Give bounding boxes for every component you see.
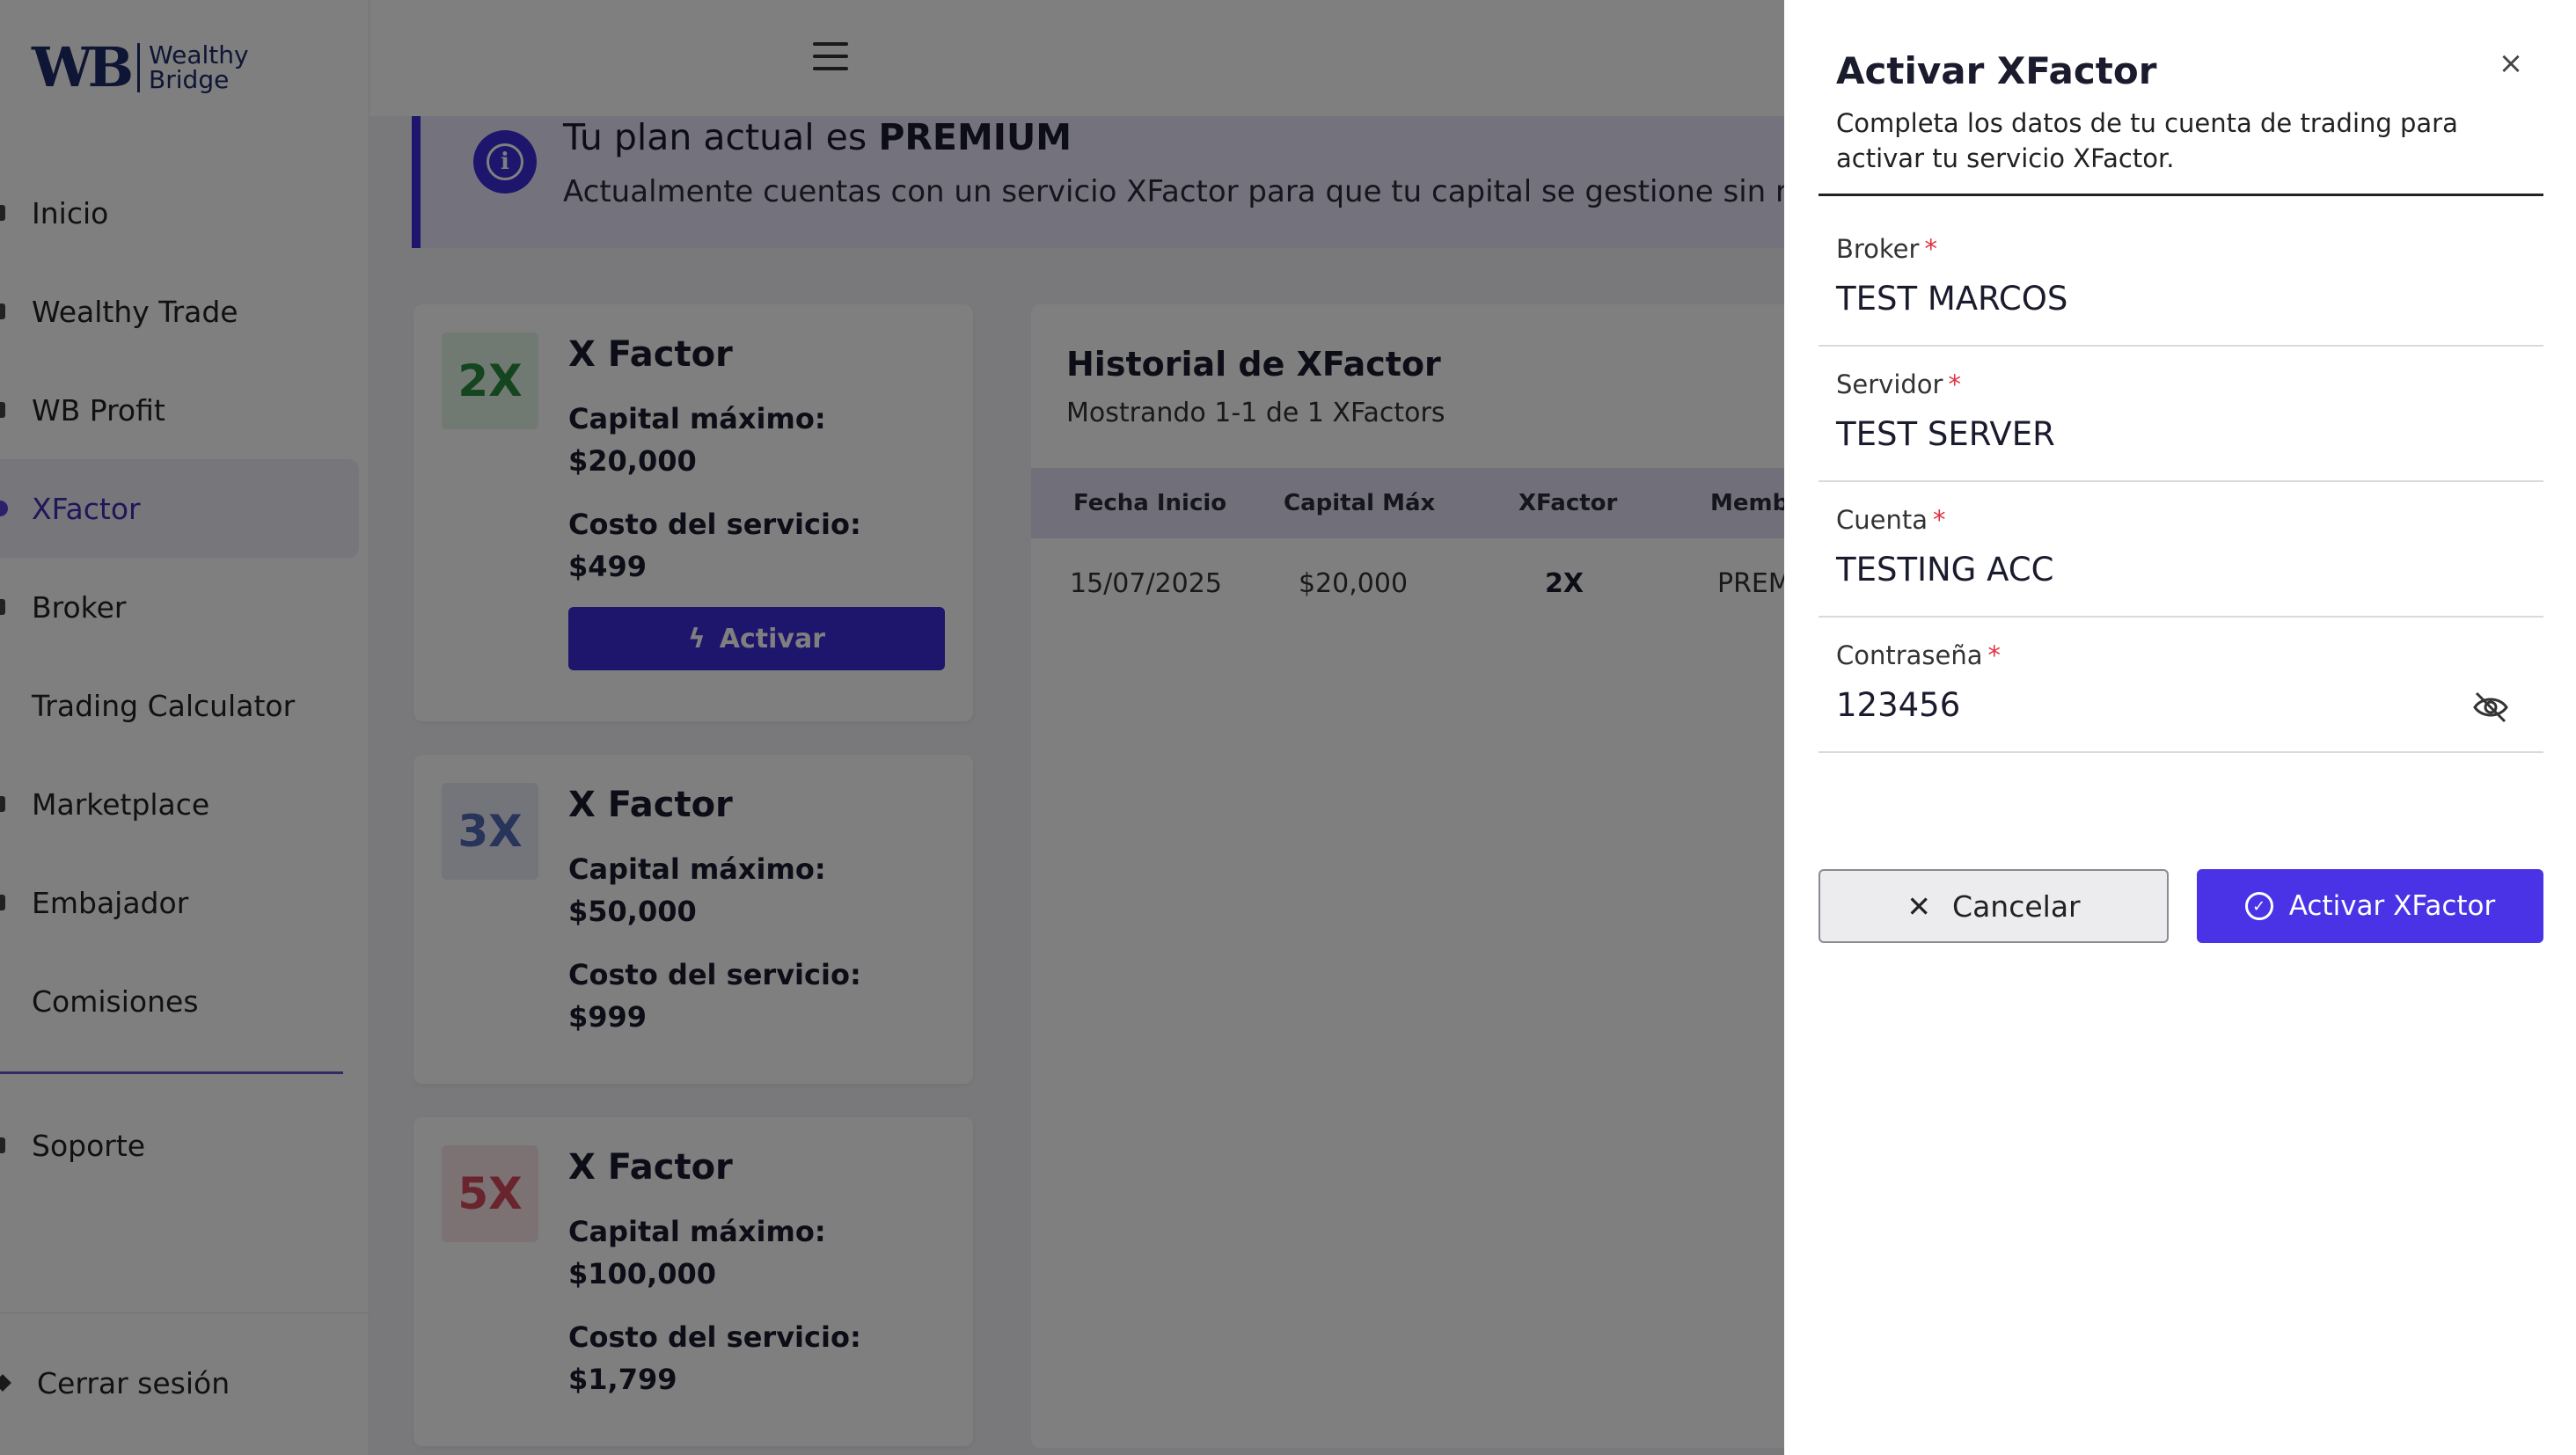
required-mark: * <box>1924 234 1937 264</box>
field-label-text: Cuenta <box>1836 505 1928 535</box>
password-input[interactable]: 123456 <box>1836 686 1960 724</box>
account-field-label: Cuenta * <box>1836 505 1946 535</box>
activate-xfactor-button-label: Activar XFactor <box>2288 890 2496 922</box>
broker-input[interactable]: TEST MARCOS <box>1836 280 2067 318</box>
modal-backdrop[interactable] <box>0 0 1784 1455</box>
server-field-label: Servidor * <box>1836 369 1961 399</box>
cancel-button[interactable]: ✕ Cancelar <box>1819 869 2169 943</box>
close-icon: ✕ <box>1906 888 1932 924</box>
activate-xfactor-button[interactable]: ✓ Activar XFactor <box>2197 869 2543 943</box>
required-mark: * <box>1987 640 2002 670</box>
server-field[interactable]: Servidor * TEST SERVER <box>1819 369 2543 482</box>
check-circle-icon: ✓ <box>2244 892 2273 920</box>
server-input[interactable]: TEST SERVER <box>1836 415 2055 453</box>
broker-field[interactable]: Broker * TEST MARCOS <box>1819 234 2543 347</box>
password-field-label: Contraseña * <box>1836 640 2001 670</box>
drawer-header-divider <box>1819 194 2543 196</box>
field-label-text: Broker <box>1836 234 1920 264</box>
drawer-description: Completa los datos de tu cuenta de tradi… <box>1836 108 2458 173</box>
account-input[interactable]: TESTING ACC <box>1836 551 2053 589</box>
password-field[interactable]: Contraseña * 123456 <box>1819 640 2543 753</box>
eye-off-icon[interactable] <box>2471 690 2510 725</box>
close-icon[interactable]: × <box>2495 46 2527 81</box>
required-mark: * <box>1948 369 1961 399</box>
cancel-button-label: Cancelar <box>1952 888 2081 924</box>
broker-field-label: Broker * <box>1836 234 1937 264</box>
field-label-text: Servidor <box>1836 369 1943 399</box>
field-label-text: Contraseña <box>1836 640 1983 670</box>
account-field[interactable]: Cuenta * TESTING ACC <box>1819 505 2543 618</box>
required-mark: * <box>1933 505 1946 535</box>
drawer-title: Activar XFactor <box>1836 49 2157 92</box>
